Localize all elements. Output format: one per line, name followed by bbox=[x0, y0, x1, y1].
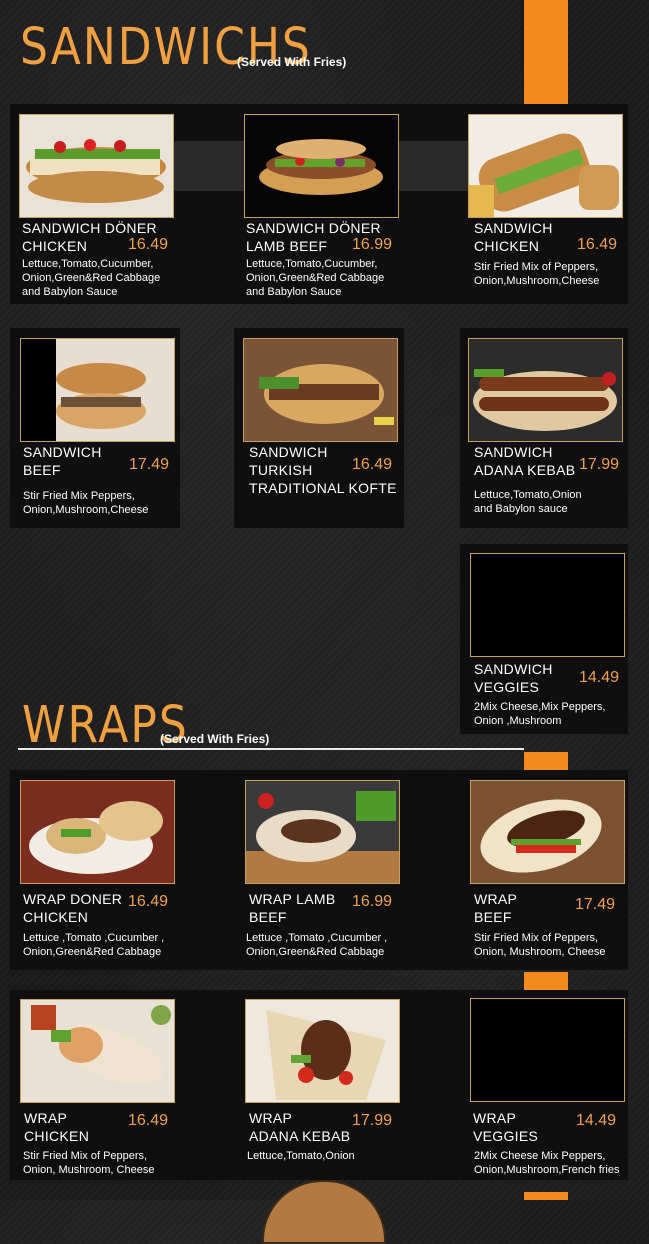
item-name: SANDWICH CHICKEN bbox=[474, 220, 553, 254]
item-description: Lettuce,Tomato,Cucumber, Onion,Green&Red … bbox=[22, 258, 161, 298]
wrap-lamb-beef-photo bbox=[245, 780, 400, 884]
sandwiches-subtitle: (Served With Fries) bbox=[237, 55, 347, 69]
item-price: 17.49 bbox=[575, 896, 616, 913]
item-name: WRAP BEEF bbox=[474, 891, 518, 925]
item-description: Stir Fried Mix Peppers, Onion,Mushroom,Ch… bbox=[23, 490, 149, 516]
item-name: WRAP DONER CHICKEN bbox=[23, 891, 123, 925]
item-name: WRAP CHICKEN bbox=[24, 1110, 90, 1144]
item-description: Stir Fried Mix of Peppers, Onion, Mushroo… bbox=[474, 932, 606, 958]
item-name: SANDWICH VEGGIES bbox=[474, 661, 553, 695]
wrap-adana-kebab-photo bbox=[245, 999, 400, 1103]
section-divider bbox=[18, 748, 524, 750]
item-price: 14.49 bbox=[579, 669, 620, 686]
item-price: 16.99 bbox=[352, 893, 393, 910]
item-description: Lettuce,Tomato,Cucumber, Onion,Green&Red … bbox=[246, 258, 385, 298]
item-description: Lettuce ,Tomato ,Cucumber , Onion,Green&R… bbox=[23, 932, 165, 958]
orange-accent-bar bbox=[524, 1192, 568, 1200]
orange-accent-bar bbox=[524, 972, 568, 990]
item-description: Stir Fried Mix of Peppers, Onion,Mushroom… bbox=[474, 261, 600, 287]
item-price: 14.49 bbox=[576, 1112, 617, 1129]
wrap-chicken-photo bbox=[20, 999, 175, 1103]
orange-accent-bar bbox=[524, 752, 568, 770]
item-description: 2Mix Cheese,Mix Peppers, Onion ,Mushroom bbox=[474, 701, 606, 727]
wrap-veggies-photo-placeholder bbox=[470, 998, 625, 1102]
item-description: 2Mix Cheese Mix Peppers, Onion,Mushroom,F… bbox=[474, 1150, 620, 1176]
item-price: 16.49 bbox=[128, 236, 169, 253]
item-name: SANDWICH BEEF bbox=[23, 444, 102, 478]
sandwich-veggies-photo-placeholder bbox=[470, 553, 625, 657]
sandwich-doner-lamb-beef-photo bbox=[244, 114, 399, 218]
item-price: 16.99 bbox=[352, 236, 393, 253]
item-price: 16.49 bbox=[128, 1112, 169, 1129]
item-price: 17.99 bbox=[579, 456, 620, 473]
wrap-beef-photo bbox=[470, 780, 625, 884]
item-name: WRAP ADANA KEBAB bbox=[249, 1110, 351, 1144]
wrap-doner-chicken-photo bbox=[20, 780, 175, 884]
sandwich-doner-chicken-photo bbox=[19, 114, 174, 218]
item-description: Lettuce,Tomato,Onion and Babylon sauce bbox=[474, 489, 582, 515]
item-name: WRAP VEGGIES bbox=[473, 1110, 539, 1144]
item-price: 16.49 bbox=[577, 236, 618, 253]
item-description: Lettuce ,Tomato ,Cucumber , Onion,Green&R… bbox=[246, 932, 388, 958]
item-description: Lettuce,Tomato,Onion bbox=[247, 1150, 355, 1162]
item-price: 16.49 bbox=[352, 456, 393, 473]
plate-decoration bbox=[262, 1180, 386, 1244]
sandwich-chicken-photo bbox=[468, 114, 623, 218]
item-price: 17.49 bbox=[129, 456, 170, 473]
item-name: WRAP LAMB BEEF bbox=[249, 891, 336, 925]
item-price: 16.49 bbox=[128, 893, 169, 910]
item-price: 17.99 bbox=[352, 1112, 393, 1129]
sandwich-turkish-kofte-photo bbox=[243, 338, 398, 442]
orange-accent-bar bbox=[524, 0, 568, 104]
wraps-subtitle: (Served With Fries) bbox=[160, 732, 270, 746]
item-name: SANDWICH ADANA KEBAB bbox=[474, 444, 576, 478]
sandwich-adana-kebab-photo bbox=[468, 338, 623, 442]
sandwich-beef-photo bbox=[20, 338, 175, 442]
item-description: Stir Fried Mix of Peppers, Onion, Mushroo… bbox=[23, 1150, 155, 1176]
